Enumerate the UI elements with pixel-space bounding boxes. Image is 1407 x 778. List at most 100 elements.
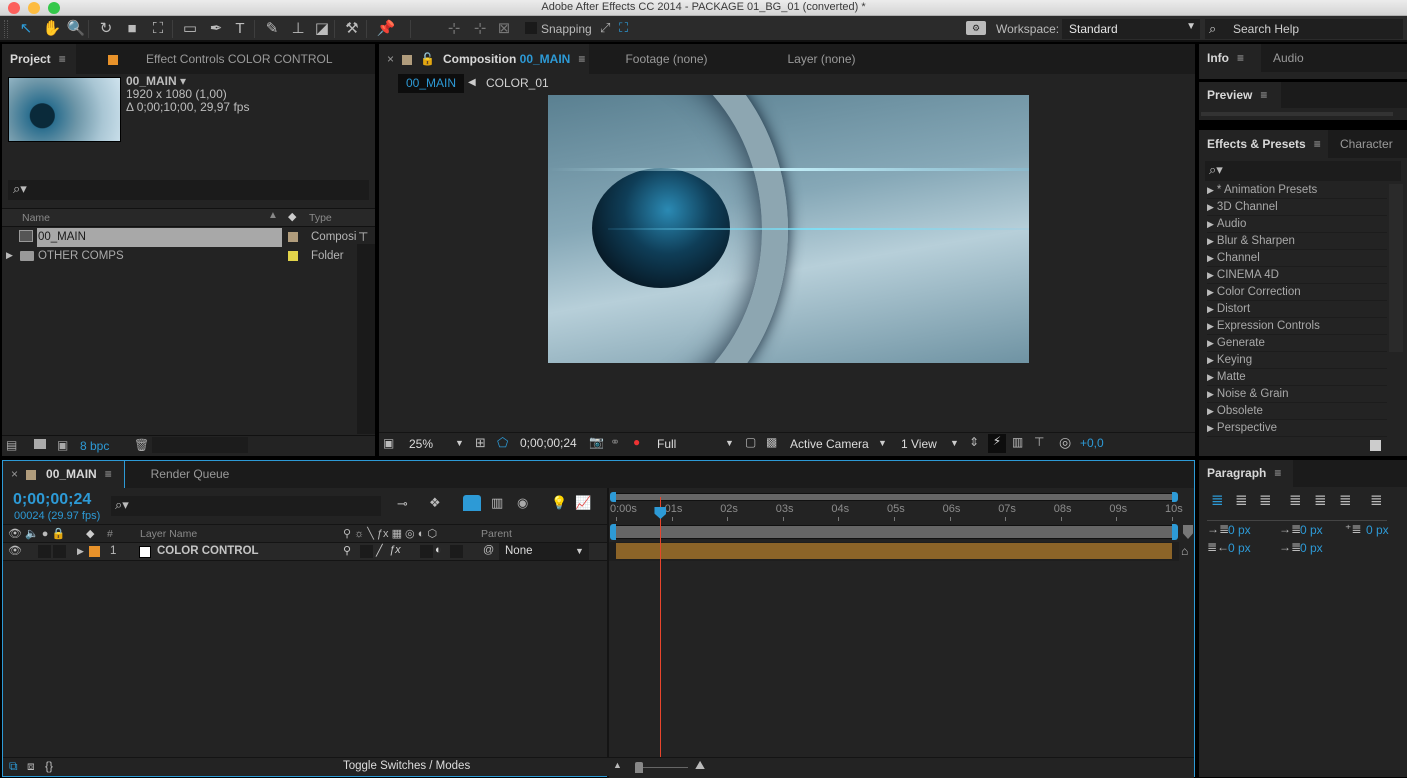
align-center-button[interactable]: ≣ xyxy=(1235,493,1251,509)
effects-category-item[interactable]: ▶ Noise & Grain xyxy=(1207,386,1387,403)
effects-scrollbar[interactable] xyxy=(1389,184,1403,352)
search-help-field[interactable]: ⌕ Search Help xyxy=(1205,19,1403,39)
brainstorm-icon[interactable]: 💡 xyxy=(551,495,567,511)
tab-info[interactable]: Info ≡ xyxy=(1199,44,1261,72)
graph-editor-icon[interactable]: 📈 xyxy=(575,495,591,511)
effects-category-item[interactable]: ▶ Perspective xyxy=(1207,420,1387,437)
expand-triangle-icon[interactable]: ▶ xyxy=(1207,270,1214,280)
zoom-out-icon[interactable]: ▲ xyxy=(613,760,622,770)
project-search-input[interactable]: ⌕▾ xyxy=(8,180,369,200)
snap-edges-icon[interactable]: ⤢ xyxy=(600,20,610,36)
zoom-in-icon[interactable]: ⛰ xyxy=(695,758,705,773)
lock-icon[interactable]: 🔓 xyxy=(420,52,435,66)
breadcrumb-item[interactable]: COLOR_01 xyxy=(486,76,549,90)
video-visibility-icon[interactable]: 👁 xyxy=(8,544,22,557)
column-type-header[interactable]: Type xyxy=(309,212,332,224)
work-area-end-handle[interactable] xyxy=(1172,524,1178,540)
space-after-field[interactable]: 0 px xyxy=(1300,541,1323,555)
column-name-header[interactable]: Name xyxy=(22,212,50,224)
expand-triangle-icon[interactable]: ▶ xyxy=(1207,423,1214,433)
label-color-swatch[interactable] xyxy=(288,251,298,261)
view-axis-icon[interactable]: ⊠ xyxy=(494,19,514,39)
layer-duration-bar[interactable] xyxy=(616,543,1172,559)
new-composition-icon[interactable]: ▣ xyxy=(57,438,68,452)
timeline-zoom-slider[interactable] xyxy=(638,767,688,768)
layer-switches-pane-icon[interactable]: ⧉ xyxy=(9,759,18,774)
mask-visibility-icon[interactable]: ⬠ xyxy=(497,435,508,451)
expand-triangle-icon[interactable]: ▶ xyxy=(1207,253,1214,263)
space-before-field[interactable]: 0 px xyxy=(1300,523,1323,537)
shy-switch-icon[interactable]: ⚲ xyxy=(343,544,351,557)
tab-footage[interactable]: Footage (none) xyxy=(589,44,744,74)
workspace-select[interactable]: Standard ▼ xyxy=(1062,19,1200,39)
expand-triangle-icon[interactable]: ▶ xyxy=(6,250,13,261)
effects-category-item[interactable]: ▶ Obsolete xyxy=(1207,403,1387,420)
expand-triangle-icon[interactable]: ▶ xyxy=(1207,372,1214,382)
time-navigator-end-handle[interactable] xyxy=(1172,492,1178,502)
label-color-swatch[interactable] xyxy=(288,232,298,242)
grid-guides-icon[interactable]: ⊞ xyxy=(475,435,486,451)
timeline-search-input[interactable]: ⌕▾ xyxy=(111,496,381,516)
bit-depth-button[interactable]: 8 bpc xyxy=(80,439,109,453)
justify-all-button[interactable]: ≣ xyxy=(1370,493,1386,509)
effects-category-item[interactable]: ▶ Expression Controls xyxy=(1207,318,1387,335)
exposure-value[interactable]: +0,0 xyxy=(1080,436,1104,450)
effects-category-item[interactable]: ▶ Blur & Sharpen xyxy=(1207,233,1387,250)
parent-select[interactable]: None ▼ xyxy=(499,543,589,560)
3d-layer-switch[interactable] xyxy=(450,545,463,558)
snapshot-icon[interactable]: 📷 xyxy=(589,435,604,449)
layer-row[interactable]: 👁 ▶ 1 COLOR CONTROL ⚲ ╱ ƒx ◐ @ None ▼ xyxy=(3,543,607,561)
effects-search-input[interactable]: ⌕▾ xyxy=(1205,161,1401,181)
channel-rgb-icon[interactable]: ● xyxy=(633,435,640,449)
time-navigator-start-handle[interactable] xyxy=(610,492,616,502)
effects-category-item[interactable]: ▶ Distort xyxy=(1207,301,1387,318)
timeline-current-time[interactable]: 0;00;00;24 xyxy=(13,491,91,509)
column-layer-name-header[interactable]: Layer Name xyxy=(140,528,197,540)
tab-effect-controls[interactable]: Effect Controls COLOR CONTROL xyxy=(100,44,340,74)
first-line-indent-field[interactable]: 0 px xyxy=(1366,523,1389,537)
project-scrollbar[interactable] xyxy=(357,244,375,434)
comp-marker-bin-icon[interactable] xyxy=(1183,525,1193,539)
expand-triangle-icon[interactable]: ▶ xyxy=(1207,304,1214,314)
draft-3d-icon[interactable]: ❖ xyxy=(429,495,441,511)
puppet-pin-tool-icon[interactable]: 📌 xyxy=(376,19,396,39)
eraser-tool-icon[interactable]: ◪ xyxy=(312,19,332,39)
expand-triangle-icon[interactable]: ▶ xyxy=(1207,287,1214,297)
motion-sketch-icon[interactable]: ⌂ xyxy=(1181,544,1188,558)
tab-layer[interactable]: Layer (none) xyxy=(744,44,899,74)
region-of-interest-icon[interactable]: ▢ xyxy=(745,435,756,449)
project-item-row[interactable]: 00_MAIN Composi xyxy=(2,228,357,247)
toolbar-grip[interactable] xyxy=(4,20,8,38)
fast-previews-icon[interactable]: ⚡ xyxy=(988,434,1006,453)
solo-switch[interactable] xyxy=(38,545,51,558)
camera-view-select[interactable]: Active Camera ▼ xyxy=(784,435,890,454)
tab-effects-presets[interactable]: Effects & Presets ≡ xyxy=(1199,130,1328,158)
exposure-reset-icon[interactable]: ◎ xyxy=(1059,434,1071,451)
camera-tool-icon[interactable]: ■ xyxy=(122,19,142,39)
close-icon[interactable]: × xyxy=(11,467,18,481)
effects-category-item[interactable]: ▶ * Animation Presets xyxy=(1207,182,1387,199)
panel-menu-icon[interactable]: ≡ xyxy=(1260,82,1267,108)
toggle-pixel-aspect-icon[interactable]: ⇕ xyxy=(969,435,979,449)
expand-triangle-icon[interactable]: ▶ xyxy=(1207,406,1214,416)
transfer-controls-pane-icon[interactable]: ⧈ xyxy=(27,759,35,774)
world-axis-icon[interactable]: ⊹ xyxy=(470,19,490,39)
type-tool-icon[interactable]: T xyxy=(230,19,250,39)
indent-left-field[interactable]: 0 px xyxy=(1228,523,1251,537)
panel-menu-icon[interactable]: ≡ xyxy=(1314,130,1321,158)
indent-right-field[interactable]: 0 px xyxy=(1228,541,1251,555)
expand-triangle-icon[interactable]: ▶ xyxy=(77,546,84,557)
quality-switch-icon[interactable]: ╱ xyxy=(376,544,383,557)
current-time-display[interactable]: 0;00;00;24 xyxy=(520,436,577,450)
roto-brush-tool-icon[interactable]: ⚒ xyxy=(342,19,362,39)
zoom-tool-icon[interactable]: 🔍 xyxy=(66,19,86,39)
magnification-select[interactable]: 25% ▼ xyxy=(403,435,467,454)
collapse-switch[interactable] xyxy=(360,545,373,558)
expand-triangle-icon[interactable]: ▶ xyxy=(1207,321,1214,331)
effects-switch-icon[interactable]: ƒx xyxy=(389,544,401,556)
horizontal-scrollbar[interactable] xyxy=(152,437,248,453)
justify-last-left-button[interactable]: ≣ xyxy=(1289,493,1305,509)
new-folder-icon[interactable] xyxy=(34,439,46,449)
expand-triangle-icon[interactable]: ▶ xyxy=(1207,236,1214,246)
lock-switch[interactable] xyxy=(53,545,66,558)
